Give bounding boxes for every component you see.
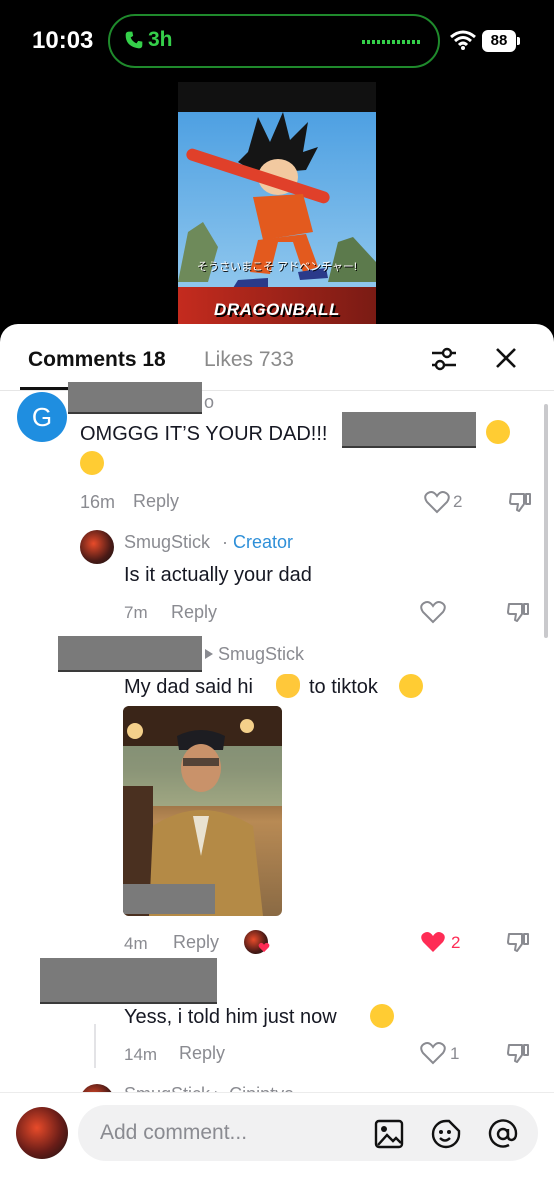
tab-likes[interactable]: Likes 733	[204, 348, 294, 372]
comments-sheet: Comments 18 Likes 733 G o OMGGG IT’S YOU…	[0, 324, 554, 1200]
audio-wave-icon	[362, 40, 420, 44]
reply-time: 14m	[124, 1045, 158, 1064]
redacted-username	[58, 636, 202, 670]
reply-arrow-icon	[205, 649, 213, 659]
video-letterbox	[178, 82, 376, 114]
reply-time: 4m	[124, 934, 148, 953]
dislike-icon[interactable]	[506, 600, 530, 624]
thread-line	[94, 1024, 96, 1068]
redacted-text	[342, 412, 476, 446]
reply-button[interactable]: Reply	[133, 491, 179, 512]
video-title: DRAGONBALL	[214, 300, 340, 319]
heart-filled-icon[interactable]	[420, 930, 446, 954]
scrollbar[interactable]	[544, 404, 548, 638]
video-caption: そうさいまこそ アドベンチャー!	[196, 261, 357, 273]
comment-time: 16m	[80, 492, 116, 512]
filter-icon[interactable]	[430, 346, 458, 372]
wifi-icon	[450, 30, 476, 50]
video-preview[interactable]: そうさいまこそ アドベンチャー! DRAGONBALL	[178, 82, 376, 332]
star-struck-emoji	[80, 451, 104, 475]
reply-text: Yess, i told him just now	[124, 1006, 337, 1028]
reply-button[interactable]: Reply	[179, 1043, 225, 1064]
creator-avatar[interactable]	[80, 530, 114, 564]
sticker-icon[interactable]	[431, 1119, 461, 1149]
comment-placeholder: Add comment...	[100, 1121, 248, 1144]
redacted-username	[40, 958, 217, 1002]
reply-text-continued: to tiktok	[309, 676, 378, 698]
dislike-icon[interactable]	[506, 930, 530, 954]
mention-icon[interactable]	[488, 1119, 518, 1149]
battery-indicator: 88	[482, 30, 520, 52]
reply-time: 7m	[124, 603, 148, 622]
redacted-overlay	[123, 884, 215, 914]
dislike-icon[interactable]	[508, 490, 532, 514]
reply-to-username[interactable]: SmugStick	[218, 644, 304, 665]
user-avatar[interactable]: G	[17, 392, 67, 442]
like-count: 2	[453, 492, 463, 511]
image-icon[interactable]	[374, 1119, 404, 1149]
attached-photo[interactable]	[123, 706, 282, 916]
redacted-username	[68, 382, 202, 412]
star-struck-emoji	[486, 420, 510, 444]
heart-icon[interactable]	[420, 600, 446, 624]
my-avatar[interactable]	[16, 1107, 68, 1159]
reply-text: Is it actually your dad	[124, 564, 312, 586]
tab-comments[interactable]: Comments 18	[28, 348, 166, 372]
dislike-icon[interactable]	[506, 1041, 530, 1065]
clock: 10:03	[32, 27, 94, 54]
username-suffix: o	[204, 392, 215, 412]
like-count: 2	[451, 933, 461, 952]
heart-icon[interactable]	[424, 490, 450, 514]
creator-liked-heart-icon	[258, 942, 270, 953]
creator-badge: Creator	[233, 532, 294, 552]
laughing-emoji	[399, 674, 423, 698]
comment-text: OMGGG IT’S YOUR DAD!!!	[80, 423, 328, 445]
reply-username[interactable]: SmugStick	[124, 532, 210, 553]
close-icon[interactable]	[494, 346, 518, 370]
phone-icon	[125, 31, 143, 49]
waving-hand-emoji	[276, 674, 300, 698]
heart-icon[interactable]	[420, 1041, 446, 1065]
status-bar: 10:03 3h 88	[0, 0, 554, 80]
tab-bar: Comments 18 Likes 733	[0, 324, 554, 391]
grinning-sweat-emoji	[370, 1004, 394, 1028]
creator-separator: ·	[222, 532, 228, 552]
reply-button[interactable]: Reply	[171, 602, 217, 623]
call-duration: 3h	[148, 28, 173, 51]
comment-input[interactable]: Add comment...	[78, 1105, 538, 1161]
dynamic-island-call[interactable]: 3h	[108, 14, 440, 68]
reply-button[interactable]: Reply	[173, 932, 219, 953]
like-count: 1	[450, 1044, 460, 1063]
reply-text: My dad said hi	[124, 676, 253, 698]
comment-input-bar: Add comment...	[0, 1092, 554, 1201]
